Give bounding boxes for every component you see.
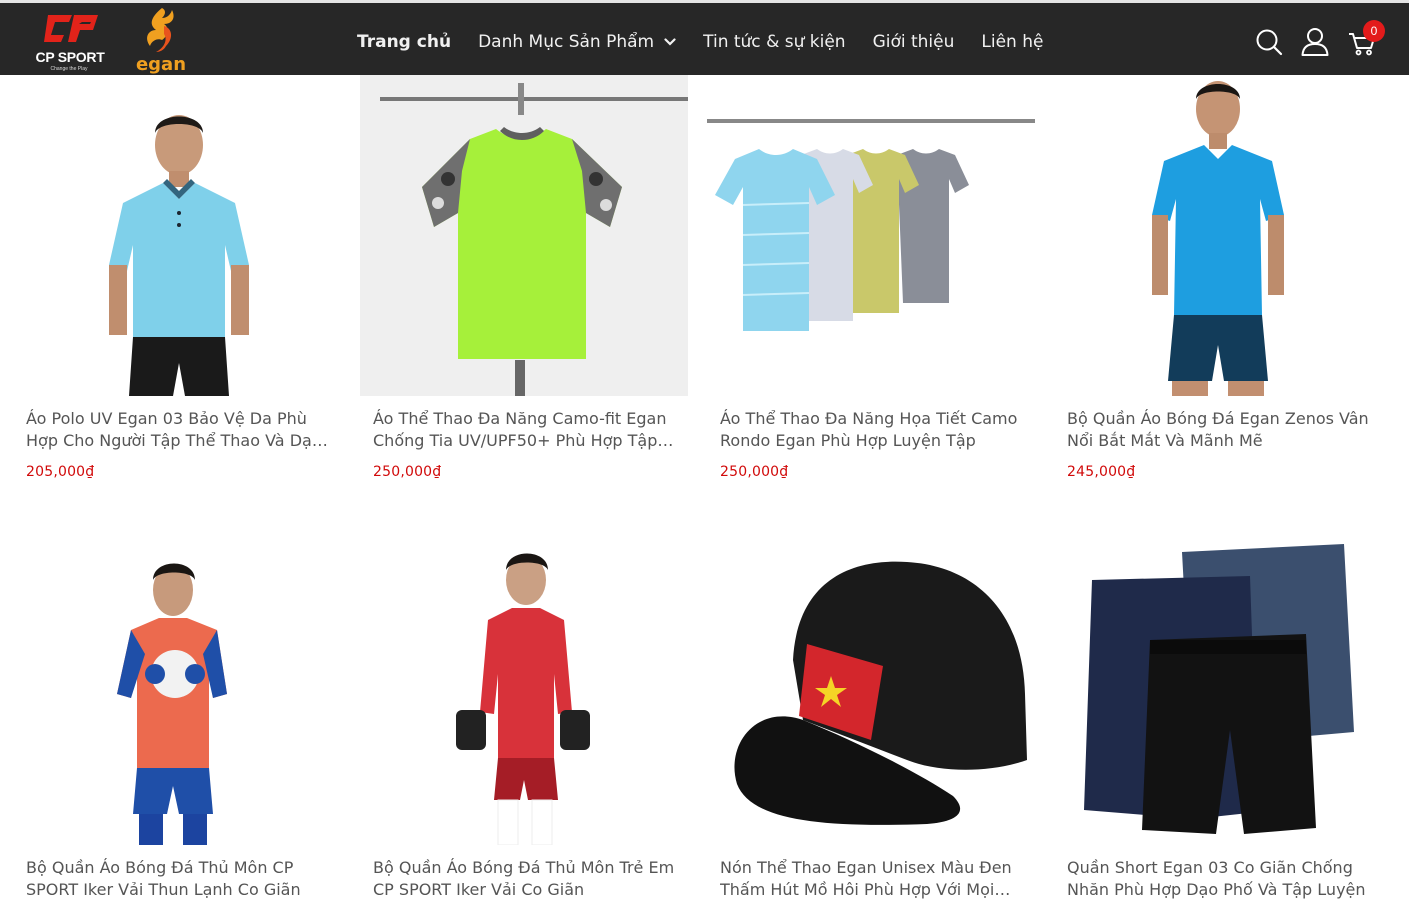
- nav-about-label: Giới thiệu: [872, 32, 955, 52]
- nav-home[interactable]: Trang chủ: [357, 32, 451, 52]
- search-icon[interactable]: [1255, 27, 1283, 57]
- egan-wordmark: egan: [135, 54, 187, 75]
- product-image[interactable]: [13, 75, 341, 396]
- product-price: 250,000₫: [720, 464, 789, 480]
- product-image[interactable]: [1054, 524, 1382, 845]
- product-card[interactable]: Áo Polo UV Egan 03 Bảo Vệ Da Phù Hợp Cho…: [13, 75, 341, 495]
- product-price: 205,000₫: [26, 464, 95, 480]
- product-title[interactable]: Bộ Quần Áo Bóng Đá Egan Zenos Vân Nổi Bắ…: [1067, 408, 1377, 452]
- nav-contact[interactable]: Liên hệ: [981, 32, 1043, 52]
- product-card[interactable]: Quần Short Egan 03 Co Giãn Chống Nhăn Ph…: [1054, 524, 1382, 909]
- product-title[interactable]: Nón Thể Thao Egan Unisex Màu Đen Thấm Hú…: [720, 857, 1030, 901]
- product-card[interactable]: Nón Thể Thao Egan Unisex Màu Đen Thấm Hú…: [707, 524, 1035, 909]
- egan-logo[interactable]: egan: [134, 6, 188, 76]
- nav-news-events-label: Tin tức & sự kiện: [703, 32, 846, 52]
- cp-sport-logo[interactable]: CP SPORT Change the Play: [30, 11, 110, 73]
- main-nav: Trang chủ Danh Mục Sản Phẩm Tin tức & sự…: [357, 29, 1070, 55]
- product-title[interactable]: Áo Thể Thao Đa Năng Camo-fit Egan Chống …: [373, 408, 683, 452]
- nav-about[interactable]: Giới thiệu: [873, 32, 955, 52]
- product-title[interactable]: Áo Thể Thao Đa Năng Họa Tiết Camo Rondo …: [720, 408, 1030, 452]
- product-price: 250,000₫: [373, 464, 442, 480]
- product-price: 245,000₫: [1067, 464, 1136, 480]
- product-image[interactable]: [360, 524, 688, 845]
- product-image[interactable]: [707, 75, 1035, 396]
- product-title[interactable]: Áo Polo UV Egan 03 Bảo Vệ Da Phù Hợp Cho…: [26, 408, 336, 452]
- nav-news-events[interactable]: Tin tức & sự kiện: [703, 32, 845, 52]
- product-image[interactable]: [13, 524, 341, 845]
- product-title[interactable]: Bộ Quần Áo Bóng Đá Thủ Môn CP SPORT Iker…: [26, 857, 336, 901]
- product-card[interactable]: Bộ Quần Áo Bóng Đá Thủ Môn Trẻ Em CP SPO…: [360, 524, 688, 909]
- nav-product-categories-label: Danh Mục Sản Phẩm: [478, 32, 655, 52]
- product-image[interactable]: [1054, 75, 1382, 396]
- cp-sport-wordmark: CP SPORT: [35, 49, 105, 65]
- user-icon[interactable]: [1301, 27, 1329, 57]
- site-header: CP SPORT Change the Play egan Trang chủ …: [0, 0, 1409, 75]
- product-image[interactable]: [707, 524, 1035, 845]
- product-image[interactable]: [360, 75, 688, 396]
- product-title[interactable]: Bộ Quần Áo Bóng Đá Thủ Môn Trẻ Em CP SPO…: [373, 857, 683, 901]
- product-card[interactable]: Áo Thể Thao Đa Năng Họa Tiết Camo Rondo …: [707, 75, 1035, 495]
- nav-home-label: Trang chủ: [357, 32, 452, 52]
- nav-contact-label: Liên hệ: [981, 32, 1044, 52]
- cart-count-badge: 0: [1363, 20, 1385, 42]
- nav-product-categories[interactable]: Danh Mục Sản Phẩm: [478, 32, 676, 52]
- cp-sport-tagline: Change the Play: [50, 66, 88, 72]
- product-card[interactable]: Áo Thể Thao Đa Năng Camo-fit Egan Chống …: [360, 75, 688, 495]
- chevron-down-icon: [664, 38, 676, 46]
- product-title[interactable]: Quần Short Egan 03 Co Giãn Chống Nhăn Ph…: [1067, 857, 1377, 901]
- product-card[interactable]: Bộ Quần Áo Bóng Đá Thủ Môn CP SPORT Iker…: [13, 524, 341, 909]
- product-card[interactable]: Bộ Quần Áo Bóng Đá Egan Zenos Vân Nổi Bắ…: [1054, 75, 1382, 495]
